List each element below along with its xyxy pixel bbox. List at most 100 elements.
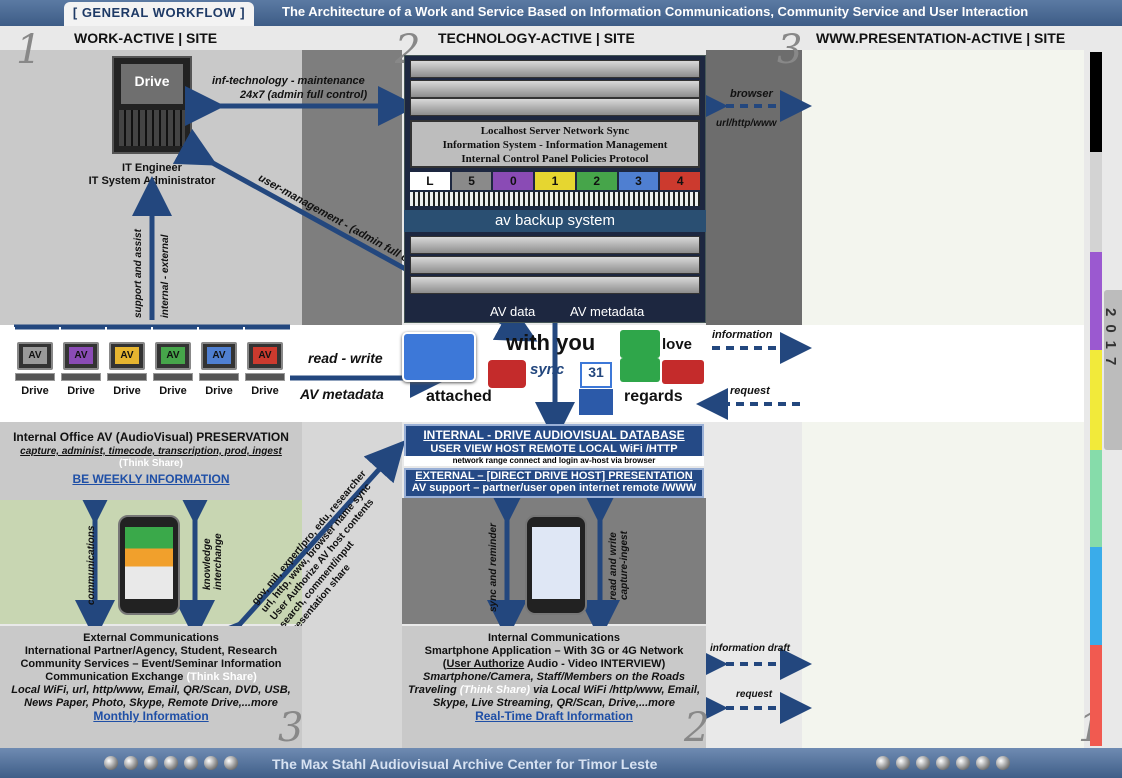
monitor-icon: AV (247, 342, 283, 370)
tape-tabs: L 5 0 1 2 3 4 (410, 172, 701, 190)
internal-office-subtitle: capture, administ, timecode, transcripti… (20, 446, 282, 457)
internal-comms-l5-rest: via Local WiFi /http/www, Email, (530, 684, 701, 696)
notes-icon[interactable] (578, 388, 614, 416)
url-label: url/http/www (716, 118, 777, 129)
external-comms-line-4: Communication Exchange (45, 671, 184, 683)
internal-comms-line-2: Smartphone Application – With 3G or 4G N… (424, 645, 684, 657)
workstation-label: AV (161, 347, 185, 364)
workstation-label: AV (69, 347, 93, 364)
workstation[interactable]: AV Drive (104, 342, 150, 397)
external-comms-think-share: (Think Share) (186, 671, 257, 683)
database-login-note: network range connect and login av-host … (404, 456, 704, 466)
year-tab[interactable]: 2017 (1102, 290, 1122, 450)
stripe-red (1090, 645, 1102, 746)
read-write-ingest-label: read and write capture-ingest (608, 531, 630, 600)
realtime-draft-link[interactable]: Real-Time Draft Information (475, 709, 633, 723)
stripe-gray (1090, 152, 1102, 252)
admin-control-label: 24x7 (admin full control) (240, 89, 368, 101)
year-text: 2017 (1102, 308, 1119, 374)
internal-office-panel: Internal Office AV (AudioVisual) PRESERV… (0, 422, 302, 500)
smartphone-icon-right[interactable] (525, 515, 587, 615)
with-you-text: with you (506, 330, 596, 355)
internal-external-label: internal - external (160, 234, 171, 318)
server-info-panel: Localhost Server Network Sync Informatio… (410, 120, 700, 168)
bolt-icon (896, 756, 910, 770)
corner-number-3: 3 (278, 705, 304, 751)
presentation-icon[interactable] (620, 358, 660, 382)
stripe-purple (1090, 252, 1102, 350)
drive-label: Drive (205, 385, 233, 397)
spreadsheet-icon[interactable] (620, 330, 660, 358)
weekly-information-link[interactable]: BE WEEKLY INFORMATION (72, 472, 229, 486)
av-metadata-label: AV metadata (300, 386, 384, 402)
workstation[interactable]: AV Drive (12, 342, 58, 397)
corner-number-2: 2 (684, 705, 710, 751)
info-draft-label: information draft (710, 643, 790, 654)
drive-label: Drive (113, 385, 141, 397)
av-data-label: AV data (490, 304, 536, 319)
monitor-icon: AV (109, 342, 145, 370)
workstation[interactable]: AV Drive (242, 342, 288, 397)
bolt-icon (124, 756, 138, 770)
sync-reminder-label: sync and reminder (488, 523, 499, 612)
bolt-icon (876, 756, 890, 770)
stripe-yellow (1090, 350, 1102, 450)
phone-screen-right (532, 527, 580, 599)
document-icon[interactable] (402, 332, 476, 382)
regards-text: regards (624, 388, 683, 405)
workstation[interactable]: AV Drive (58, 342, 104, 397)
monitor-icon: AV (63, 342, 99, 370)
server-rack-2 (410, 80, 700, 98)
internal-comms-l3-rest: Audio - Video INTERVIEW) (524, 658, 666, 670)
internal-communications-panel: Internal Communications Smartphone Appli… (402, 626, 706, 748)
workstation[interactable]: AV Drive (150, 342, 196, 397)
bolt-icon (224, 756, 238, 770)
bolt-icon (936, 756, 950, 770)
server-rack-3 (410, 98, 700, 116)
workstation-label: AV (253, 347, 277, 364)
drive-unit-icon (153, 373, 193, 381)
bolt-icon (204, 756, 218, 770)
footer-bolts-right (876, 756, 1010, 770)
backup-rack-2 (410, 256, 700, 274)
external-comms-title: External Communications (83, 632, 219, 644)
drive-unit-icon (245, 373, 285, 381)
workstation[interactable]: AV Drive (196, 342, 242, 397)
monthly-information-link[interactable]: Monthly Information (93, 709, 208, 723)
maintenance-label: inf-technology - maintenance (212, 75, 365, 87)
slides-icon[interactable] (662, 360, 704, 384)
knowledge-label: knowledge interchange (202, 533, 224, 590)
stripe-black (1090, 52, 1102, 152)
footer-title: The Max Stahl Audiovisual Archive Center… (272, 756, 658, 772)
tape-tab-0[interactable]: 0 (493, 172, 534, 190)
stripe-green (1090, 450, 1102, 547)
drive-label: Drive (21, 385, 49, 397)
tape-tab-4[interactable]: 4 (660, 172, 701, 190)
love-text: love (662, 336, 693, 353)
tape-tab-2[interactable]: 2 (576, 172, 617, 190)
mail-icon[interactable] (488, 360, 526, 388)
monitor-icon: AV (201, 342, 237, 370)
backup-system-label: av backup system (404, 210, 706, 232)
internal-comms-title: Internal Communications (487, 632, 621, 644)
tape-tab-1[interactable]: 1 (535, 172, 575, 190)
stripe-blue (1090, 547, 1102, 645)
external-presentation-box[interactable]: EXTERNAL – [DIRECT DRIVE HOST] PRESENTAT… (404, 468, 704, 498)
tape-tab-l[interactable]: L (410, 172, 450, 190)
tape-tab-3[interactable]: 3 (618, 172, 659, 190)
internal-office-title: Internal Office AV (AudioVisual) PRESERV… (13, 430, 289, 444)
smartphone-icon-left[interactable] (118, 515, 180, 615)
internal-database-subtitle: USER VIEW HOST REMOTE LOCAL WiFi /HTTP (430, 443, 678, 455)
drive-unit-icon (107, 373, 147, 381)
tape-barcode (410, 192, 700, 206)
monitor-icon: AV (17, 342, 53, 370)
backup-rack-3 (410, 276, 700, 294)
tape-tab-5[interactable]: 5 (451, 172, 492, 190)
information-label: information (712, 329, 773, 341)
drive-unit-icon (15, 373, 55, 381)
communications-label: communications (86, 525, 97, 605)
external-presentation-title: EXTERNAL – [DIRECT DRIVE HOST] PRESENTAT… (415, 470, 693, 482)
calendar-icon[interactable]: 31 (580, 362, 612, 388)
attached-text: attached (426, 388, 492, 405)
bolt-icon (184, 756, 198, 770)
